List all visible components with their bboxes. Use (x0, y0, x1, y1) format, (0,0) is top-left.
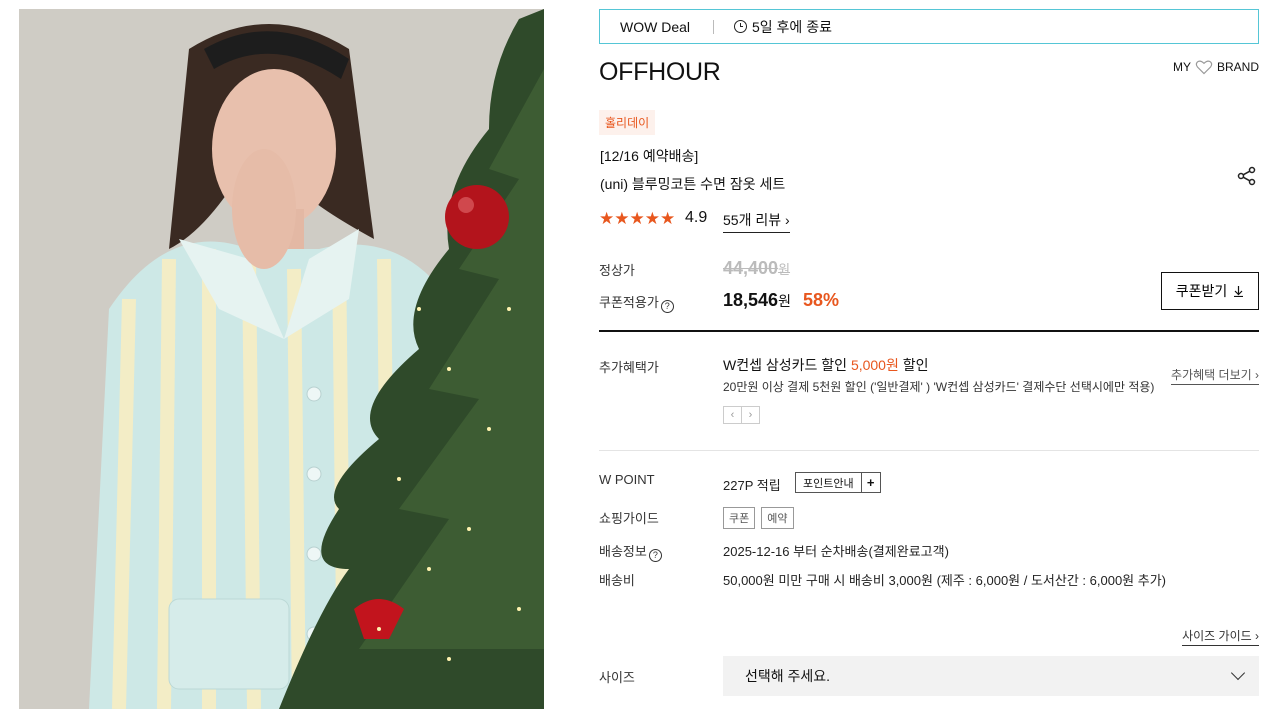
chevron-down-icon (1230, 665, 1246, 681)
coupon-price: 18,546원 (723, 290, 791, 311)
help-icon[interactable]: ? (648, 549, 662, 562)
benefit-title: W컨셉 삼성카드 할인 5,000원 할인 (723, 355, 929, 375)
size-label: 사이즈 (599, 670, 635, 685)
regular-price-label: 정상가 (599, 263, 635, 278)
divider (599, 450, 1259, 451)
shopping-guide-label: 쇼핑가이드 (599, 511, 659, 526)
regular-price: 44,400원 (723, 258, 790, 279)
shipping-fee-value: 50,000원 미만 구매 시 배송비 3,000원 (제주 : 6,000원 … (723, 573, 1167, 588)
wow-deal-bar: WOW Deal 5일 후에 종료 (599, 9, 1259, 44)
rating-value: 4.9 (685, 209, 708, 226)
product-title: (uni) 블루밍코튼 수면 잠옷 세트 (600, 176, 786, 192)
coupon-button-label: 쿠폰받기 (1175, 283, 1228, 299)
point-info-button[interactable]: 포인트안내 + (795, 472, 881, 493)
preorder-text: [12/16 예약배송] (600, 148, 699, 164)
benefit-amount: 5,000원 (850, 357, 899, 373)
benefit-label: 추가혜택가 (599, 360, 659, 375)
coupon-price-label-text: 쿠폰적용가 (599, 295, 659, 310)
clock-icon (734, 20, 747, 33)
preorder-tag: 예약 (761, 507, 794, 529)
product-image[interactable] (19, 9, 544, 709)
deal-label: WOW Deal (620, 18, 690, 35)
download-icon (1234, 285, 1244, 297)
coupon-price-unit: 원 (778, 293, 791, 309)
my-label: MY (1172, 60, 1191, 74)
divider (599, 330, 1259, 332)
benefit-title-prefix: W컨셉 삼성카드 할인 (723, 357, 851, 373)
coupon-tag: 쿠폰 (723, 507, 756, 529)
point-value: 227P 적립 (723, 478, 781, 493)
get-coupon-button[interactable]: 쿠폰받기 (1161, 272, 1259, 310)
coupon-price-value: 18,546 (723, 290, 779, 310)
size-guide-link[interactable]: 사이즈 가이드 › (1182, 627, 1259, 646)
shopping-guide-tags: 쿠폰 예약 (723, 507, 794, 529)
brand-name[interactable]: OFFHOUR (599, 58, 721, 87)
plus-icon: + (860, 473, 880, 492)
benefit-title-suffix: 할인 (898, 357, 929, 373)
more-benefits-link[interactable]: 추가혜택 더보기 › (1171, 366, 1259, 385)
point-label: W POINT (599, 472, 655, 487)
next-arrow-button[interactable]: › (741, 406, 760, 424)
size-select-placeholder: 선택해 주세요. (745, 668, 831, 684)
deal-remaining: 5일 후에 종료 (752, 18, 832, 35)
holiday-tag: 홀리데이 (599, 110, 656, 135)
reviews-link[interactable]: 55개 리뷰 › (723, 210, 790, 233)
regular-price-unit: 원 (778, 262, 791, 277)
share-icon[interactable] (1237, 166, 1257, 186)
size-select[interactable]: 선택해 주세요. (723, 656, 1259, 696)
coupon-price-label: 쿠폰적용가? (599, 292, 674, 313)
help-icon[interactable]: ? (660, 300, 674, 313)
divider (713, 19, 714, 34)
discount-rate: 58% (803, 290, 840, 310)
my-brand-button[interactable]: MY BRAND (1173, 59, 1259, 75)
product-info-panel: WOW Deal 5일 후에 종료 OFFHOUR MY BRAND 홀리데이 … (599, 0, 1259, 713)
point-info-label: 포인트안내 (803, 477, 854, 490)
prev-arrow-button[interactable]: ‹ (723, 406, 742, 424)
benefit-description: 20만원 이상 결제 5천원 할인 ('일반결제' ) 'W컨셉 삼성카드' 결… (723, 380, 1155, 394)
delivery-info-label: 배송정보? (599, 541, 662, 562)
brand-label: BRAND (1216, 60, 1259, 74)
benefit-pager: ‹ › (723, 406, 760, 424)
delivery-info-value: 2025-12-16 부터 순차배송(결제완료고객) (723, 544, 949, 559)
delivery-label-text: 배송정보 (599, 544, 647, 559)
regular-price-value: 44,400 (723, 258, 779, 278)
star-icons: ★★★★★ (599, 209, 676, 228)
star-rating: ★★★★★ (599, 210, 675, 228)
heart-icon (1195, 60, 1213, 75)
shipping-fee-label: 배송비 (599, 573, 635, 588)
